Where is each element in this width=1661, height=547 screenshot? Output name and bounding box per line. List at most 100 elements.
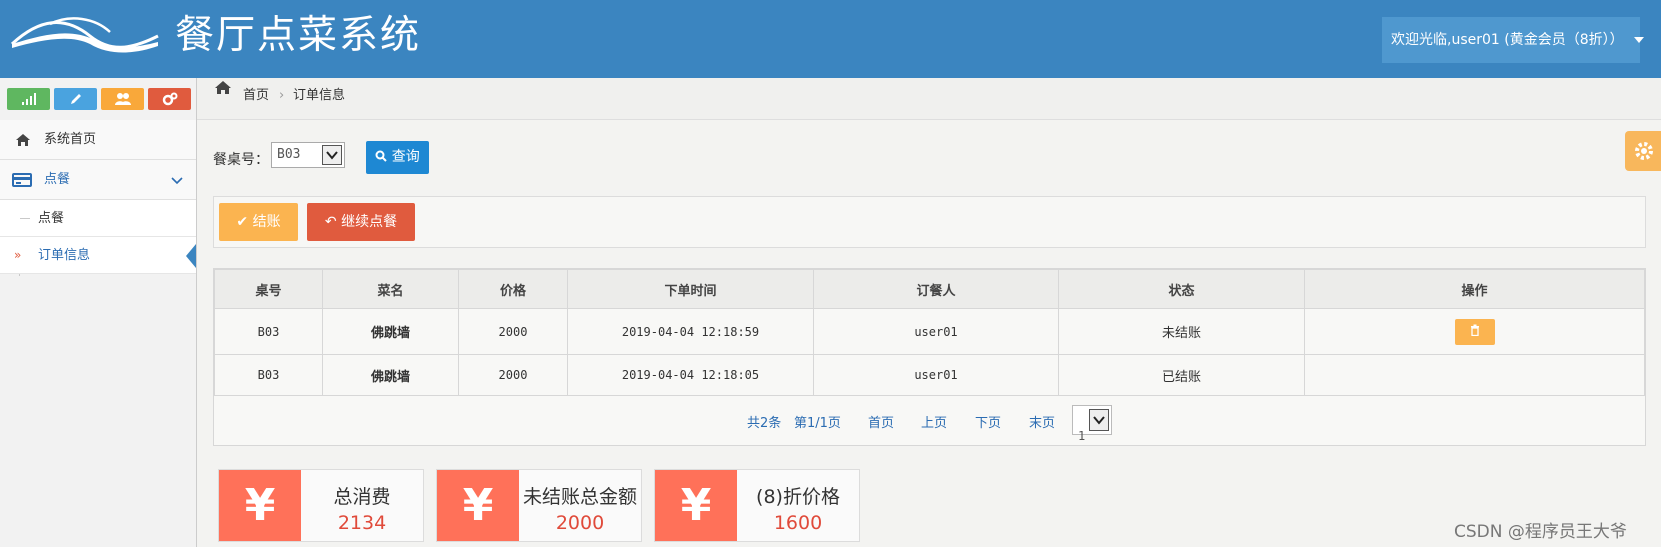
- signal-icon: [21, 92, 36, 105]
- search-icon: [375, 150, 387, 162]
- home-icon: [215, 81, 231, 94]
- settings-panel-toggle[interactable]: [1625, 131, 1661, 171]
- breadcrumb-separator-icon: ›: [279, 88, 285, 103]
- logo-icon: [10, 17, 159, 53]
- breadcrumb-current: 订单信息: [293, 88, 346, 103]
- order-table-panel: 桌号 菜名 价格 下单时间 订餐人 状态 操作 B03 佛跳墙 2000 201…: [213, 268, 1646, 446]
- card-title: (8)折价格: [756, 486, 840, 508]
- column-header-price: 价格: [458, 269, 568, 309]
- column-header-dish: 菜名: [322, 269, 459, 309]
- cell-price: 2000: [458, 308, 568, 355]
- cell-time: 2019-04-04 12:18:05: [567, 354, 814, 396]
- cell-orderer: user01: [813, 308, 1059, 355]
- query-button[interactable]: 查询: [366, 141, 429, 174]
- sidebar-subitem-order-info[interactable]: » 订单信息: [0, 237, 196, 274]
- user-menu-label: 欢迎光临,user01 (黄金会员（8折））: [1391, 32, 1624, 48]
- table-number-value: B03: [277, 147, 301, 162]
- gear-icon: [1635, 142, 1653, 160]
- double-chevron-right-icon: »: [14, 248, 22, 262]
- checkout-button-label: 结账: [252, 214, 281, 230]
- active-indicator: [186, 244, 196, 268]
- cell-dish: 佛跳墙: [322, 308, 459, 355]
- pagination-first[interactable]: 首页: [868, 412, 894, 431]
- top-header: 餐厅点菜系统 欢迎光临,user01 (黄金会员（8折））: [0, 0, 1661, 78]
- sidebar: 系统首页 点餐 点餐 » 订单信息: [0, 78, 197, 547]
- yen-icon: ¥: [655, 470, 737, 541]
- sidebar-item-label: 点餐: [44, 172, 71, 187]
- card-value: 2000: [555, 512, 605, 534]
- summary-card-discount-price: ¥ (8)折价格 1600: [654, 469, 860, 542]
- card-title: 总消费: [333, 486, 391, 508]
- users-icon: [114, 93, 131, 105]
- pagination-last[interactable]: 末页: [1029, 412, 1055, 431]
- column-header-actions: 操作: [1304, 269, 1645, 309]
- yen-icon: ¥: [219, 470, 301, 541]
- cell-dish: 佛跳墙: [322, 354, 459, 396]
- cell-time: 2019-04-04 12:18:59: [567, 308, 814, 355]
- column-header-time: 下单时间: [567, 269, 814, 309]
- table-number-select[interactable]: B03: [271, 142, 345, 168]
- yen-icon: ¥: [437, 470, 519, 541]
- credit-card-icon: [12, 173, 32, 187]
- app-title: 餐厅点菜系统: [175, 13, 422, 58]
- cell-orderer: user01: [813, 354, 1059, 396]
- pagination-next[interactable]: 下页: [975, 412, 1001, 431]
- order-table: 桌号 菜名 价格 下单时间 订餐人 状态 操作 B03 佛跳墙 2000 201…: [214, 269, 1645, 396]
- checkout-button[interactable]: ✔ 结账: [219, 203, 298, 241]
- check-icon: ✔: [236, 214, 249, 230]
- shortcut-settings-button[interactable]: [148, 88, 191, 110]
- card-value: 2134: [337, 512, 387, 534]
- cell-actions: [1304, 354, 1645, 396]
- caret-down-icon: [1634, 37, 1645, 43]
- cell-actions: [1304, 308, 1645, 355]
- action-bar: [213, 196, 1646, 248]
- column-header-table-no: 桌号: [214, 269, 323, 309]
- delete-order-button[interactable]: [1454, 318, 1495, 345]
- cell-table-no: B03: [214, 308, 323, 355]
- select-arrow-icon: [322, 145, 342, 165]
- undo-icon: ↶: [324, 214, 337, 230]
- sidebar-subitem-label: 点餐: [38, 211, 65, 226]
- user-menu-dropdown[interactable]: 欢迎光临,user01 (黄金会员（8折））: [1382, 17, 1645, 63]
- table-row: B03 佛跳墙 2000 2019-04-04 12:18:59 user01 …: [214, 308, 1645, 355]
- table-number-label: 餐桌号：: [213, 152, 269, 168]
- card-title: 未结账总金额: [522, 486, 637, 508]
- continue-order-button-label: 继续点餐: [341, 214, 398, 230]
- column-header-status: 状态: [1058, 269, 1305, 309]
- summary-card-total-spend: ¥ 总消费 2134: [218, 469, 424, 542]
- select-arrow-icon: [1089, 409, 1109, 431]
- sidebar-item-order[interactable]: 点餐: [0, 160, 196, 200]
- shortcut-stats-button[interactable]: [7, 88, 50, 110]
- submenu-tick: [20, 218, 30, 219]
- column-header-orderer: 订餐人: [813, 269, 1059, 309]
- shortcut-edit-button[interactable]: [54, 88, 97, 110]
- sidebar-item-home[interactable]: 系统首页: [0, 120, 196, 160]
- home-icon: [16, 134, 30, 146]
- pagination-prev[interactable]: 上页: [921, 412, 947, 431]
- sidebar-subitem-label: 订单信息: [38, 248, 91, 263]
- trash-icon: [1470, 324, 1479, 336]
- watermark: CSDN @程序员王大爷: [1454, 522, 1627, 542]
- table-header-row: 桌号 菜名 价格 下单时间 订餐人 状态 操作: [214, 269, 1645, 309]
- chevron-down-icon: [171, 177, 183, 185]
- cell-status: 已结账: [1058, 354, 1305, 396]
- page-number-select[interactable]: 1: [1072, 405, 1112, 443]
- pagination-total: 共2条: [747, 416, 782, 431]
- pencil-icon: [70, 93, 81, 104]
- pagination: 共2条 第1/1页 首页 上页 下页 末页 1: [214, 396, 1645, 445]
- table-row: B03 佛跳墙 2000 2019-04-04 12:18:05 user01 …: [214, 354, 1645, 396]
- breadcrumb-home[interactable]: 首页: [243, 78, 269, 114]
- gears-icon: [162, 92, 177, 105]
- query-button-label: 查询: [391, 149, 420, 165]
- cell-table-no: B03: [214, 354, 323, 396]
- breadcrumb: 首页 › 订单信息: [197, 78, 1661, 120]
- page-number-value: 1: [1078, 429, 1086, 443]
- continue-order-button[interactable]: ↶ 继续点餐: [307, 203, 415, 241]
- sidebar-item-label: 系统首页: [44, 132, 97, 147]
- card-value: 1600: [773, 512, 823, 534]
- shortcut-users-button[interactable]: [101, 88, 144, 110]
- cell-price: 2000: [458, 354, 568, 396]
- summary-card-unpaid-total: ¥ 未结账总金额 2000: [436, 469, 642, 542]
- sidebar-subitem-order[interactable]: 点餐: [0, 200, 196, 237]
- cell-status: 未结账: [1058, 308, 1305, 355]
